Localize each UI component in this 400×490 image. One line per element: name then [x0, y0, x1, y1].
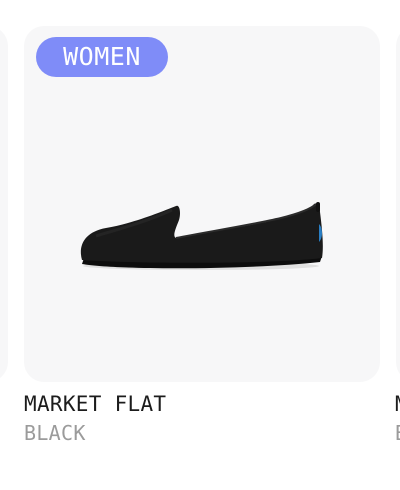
product-carousel[interactable]: WOMEN MARKET FLAT BLACK M B [0, 0, 400, 490]
category-badge: WOMEN [36, 37, 168, 77]
next-product-card[interactable] [396, 26, 400, 382]
product-card[interactable]: WOMEN [24, 26, 380, 382]
product-image [80, 202, 323, 270]
product-name[interactable]: MARKET FLAT [24, 392, 166, 416]
previous-product-card[interactable] [0, 26, 8, 382]
next-product-name[interactable]: M [395, 392, 400, 416]
next-product-color: B [395, 421, 400, 445]
heel-tab [316, 202, 320, 212]
product-color: BLACK [24, 421, 86, 445]
